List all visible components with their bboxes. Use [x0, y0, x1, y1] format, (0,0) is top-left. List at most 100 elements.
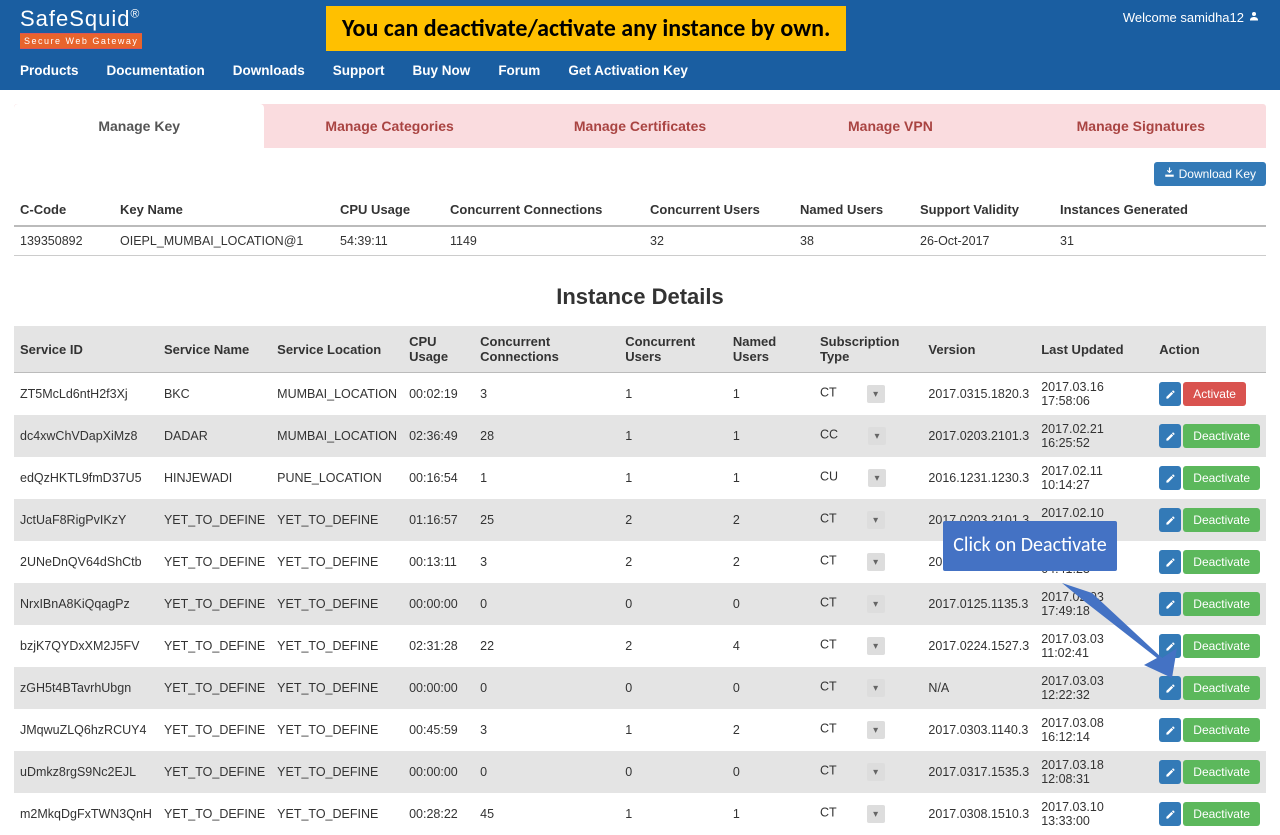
edit-button[interactable]	[1159, 466, 1181, 490]
deactivate-button[interactable]: Deactivate	[1183, 592, 1260, 616]
table-row: edQzHKTL9fmD37U5HINJEWADIPUNE_LOCATION00…	[14, 457, 1266, 499]
inst-cell: 2017.0303.1140.3	[922, 709, 1035, 751]
chevron-down-icon[interactable]: ▾	[867, 763, 885, 781]
action-cell: Deactivate	[1153, 541, 1266, 583]
activate-button[interactable]: Activate	[1183, 382, 1246, 406]
inst-cell: dc4xwChVDapXiMz8	[14, 415, 158, 457]
deactivate-button[interactable]: Deactivate	[1183, 508, 1260, 532]
edit-button[interactable]	[1159, 760, 1181, 784]
welcome-text[interactable]: Welcome samidha12	[1123, 6, 1260, 25]
inst-col-header: Concurrent Connections	[474, 326, 619, 373]
deactivate-button[interactable]: Deactivate	[1183, 424, 1260, 448]
inst-cell: 0	[474, 583, 619, 625]
subscription-cell: CT▾	[814, 667, 922, 709]
chevron-down-icon[interactable]: ▾	[867, 805, 885, 823]
inst-cell: YET_TO_DEFINE	[158, 667, 271, 709]
inst-cell: YET_TO_DEFINE	[271, 583, 403, 625]
inst-col-header: Named Users	[727, 326, 814, 373]
inst-cell: 00:00:00	[403, 583, 474, 625]
inst-cell: 00:00:00	[403, 751, 474, 793]
edit-button[interactable]	[1159, 382, 1181, 406]
inst-col-header: Action	[1153, 326, 1266, 373]
tab-manage-signatures[interactable]: Manage Signatures	[1016, 104, 1266, 148]
chevron-down-icon[interactable]: ▾	[867, 637, 885, 655]
tab-manage-categories[interactable]: Manage Categories	[264, 104, 514, 148]
inst-cell: YET_TO_DEFINE	[158, 625, 271, 667]
inst-cell: HINJEWADI	[158, 457, 271, 499]
inst-cell: NrxIBnA8KiQqagPz	[14, 583, 158, 625]
action-cell: Deactivate	[1153, 499, 1266, 541]
edit-button[interactable]	[1159, 802, 1181, 826]
edit-button[interactable]	[1159, 508, 1181, 532]
chevron-down-icon[interactable]: ▾	[867, 553, 885, 571]
inst-cell: 2017.0308.1510.3	[922, 793, 1035, 835]
deactivate-button[interactable]: Deactivate	[1183, 550, 1260, 574]
edit-button[interactable]	[1159, 718, 1181, 742]
header: SafeSquid® Secure Web Gateway You can de…	[0, 0, 1280, 90]
inst-cell: 1	[619, 457, 727, 499]
subscription-cell: CU▾	[814, 457, 922, 499]
nav-link-products[interactable]: Products	[20, 63, 79, 78]
inst-cell: 2017.03.08 16:12:14	[1035, 709, 1153, 751]
inst-cell: 2017.02.11 10:14:27	[1035, 457, 1153, 499]
key-col-header: Instances Generated	[1054, 194, 1266, 226]
nav-link-buy-now[interactable]: Buy Now	[413, 63, 471, 78]
pencil-icon	[1165, 431, 1176, 442]
download-key-button[interactable]: Download Key	[1154, 162, 1266, 186]
deactivate-button[interactable]: Deactivate	[1183, 802, 1260, 826]
inst-cell: 0	[474, 667, 619, 709]
registered-icon: ®	[131, 7, 141, 21]
tab-manage-certificates[interactable]: Manage Certificates	[515, 104, 765, 148]
inst-cell: 0	[619, 583, 727, 625]
chevron-down-icon[interactable]: ▾	[867, 679, 885, 697]
nav-link-downloads[interactable]: Downloads	[233, 63, 305, 78]
inst-cell: 2	[619, 499, 727, 541]
inst-col-header: Service Location	[271, 326, 403, 373]
inst-cell: YET_TO_DEFINE	[271, 499, 403, 541]
edit-button[interactable]	[1159, 550, 1181, 574]
instance-table: Service IDService NameService LocationCP…	[14, 326, 1266, 835]
chevron-down-icon[interactable]: ▾	[867, 721, 885, 739]
inst-cell: 2017.03.18 12:08:31	[1035, 751, 1153, 793]
inst-cell: 3	[474, 541, 619, 583]
tab-manage-key[interactable]: Manage Key	[14, 104, 264, 148]
inst-cell: 1	[619, 415, 727, 457]
key-cell: 26-Oct-2017	[914, 226, 1054, 256]
inst-cell: 2	[619, 541, 727, 583]
pencil-icon	[1165, 683, 1176, 694]
table-row: m2MkqDgFxTWN3QnHYET_TO_DEFINEYET_TO_DEFI…	[14, 793, 1266, 835]
inst-cell: 3	[474, 373, 619, 416]
inst-cell: 25	[474, 499, 619, 541]
deactivate-button[interactable]: Deactivate	[1183, 466, 1260, 490]
nav-link-documentation[interactable]: Documentation	[107, 63, 205, 78]
key-cell: 139350892	[14, 226, 114, 256]
inst-cell: 00:13:11	[403, 541, 474, 583]
tab-manage-vpn[interactable]: Manage VPN	[765, 104, 1015, 148]
chevron-down-icon[interactable]: ▾	[867, 385, 885, 403]
deactivate-button[interactable]: Deactivate	[1183, 634, 1260, 658]
chevron-down-icon[interactable]: ▾	[868, 469, 886, 487]
chevron-down-icon[interactable]: ▾	[867, 511, 885, 529]
inst-cell: BKC	[158, 373, 271, 416]
tab-bar: Manage KeyManage CategoriesManage Certif…	[14, 104, 1266, 148]
inst-col-header: Subscription Type	[814, 326, 922, 373]
nav-link-forum[interactable]: Forum	[498, 63, 540, 78]
inst-cell: 0	[727, 583, 814, 625]
nav-link-get-activation-key[interactable]: Get Activation Key	[568, 63, 688, 78]
nav-link-support[interactable]: Support	[333, 63, 385, 78]
pencil-icon	[1165, 473, 1176, 484]
chevron-down-icon[interactable]: ▾	[867, 595, 885, 613]
main-nav: Products Documentation Downloads Support Buy…	[20, 49, 1260, 90]
chevron-down-icon[interactable]: ▾	[868, 427, 886, 445]
deactivate-button[interactable]: Deactivate	[1183, 676, 1260, 700]
pencil-icon	[1165, 515, 1176, 526]
edit-button[interactable]	[1159, 424, 1181, 448]
subscription-cell: CT▾	[814, 499, 922, 541]
inst-cell: 1	[727, 457, 814, 499]
pencil-icon	[1165, 557, 1176, 568]
key-cell: 32	[644, 226, 794, 256]
key-col-header: CPU Usage	[334, 194, 444, 226]
inst-cell: 45	[474, 793, 619, 835]
deactivate-button[interactable]: Deactivate	[1183, 718, 1260, 742]
deactivate-button[interactable]: Deactivate	[1183, 760, 1260, 784]
